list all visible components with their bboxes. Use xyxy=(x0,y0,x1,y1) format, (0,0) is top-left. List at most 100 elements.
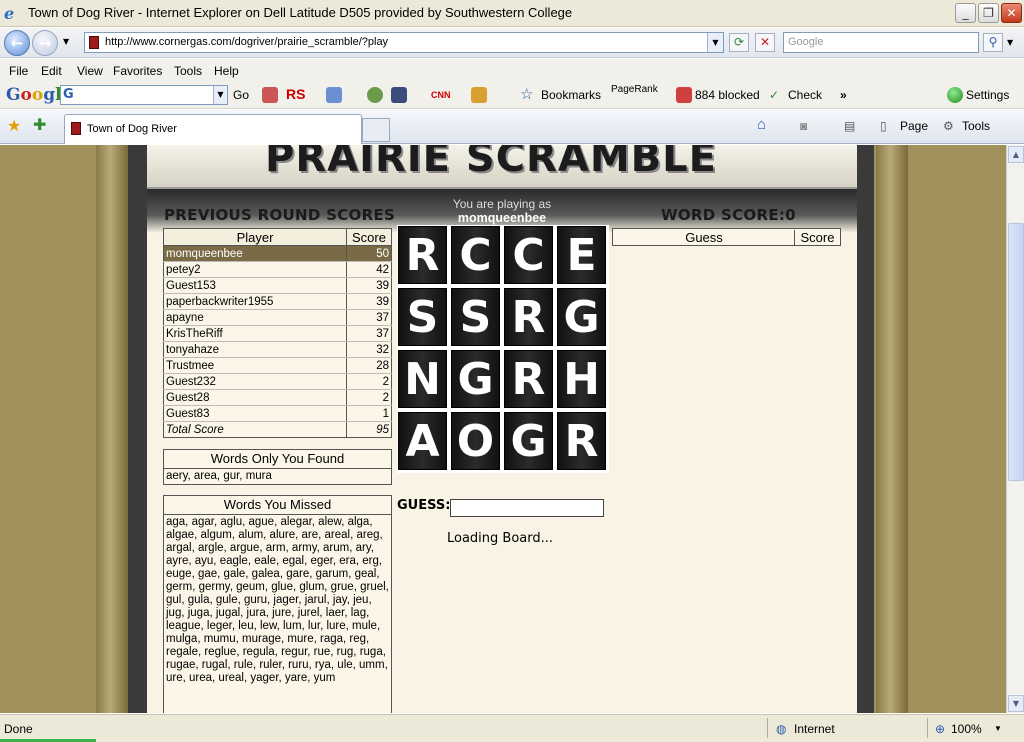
player-cell: Guest232 xyxy=(163,373,347,390)
letter-tile[interactable]: S xyxy=(451,288,500,346)
search-icon[interactable]: ⚲ xyxy=(983,33,1003,52)
words-only-you-found-heading: Words Only You Found xyxy=(164,450,391,469)
menu-edit[interactable]: Edit xyxy=(41,64,62,78)
bookmarks-star-icon: ☆ xyxy=(520,86,534,103)
letter-tile[interactable]: C xyxy=(451,226,500,284)
table-row: momqueenbee 50 xyxy=(163,245,392,262)
scroll-down-icon[interactable]: ▼ xyxy=(1008,695,1024,712)
search-input[interactable]: Google xyxy=(783,32,979,53)
minimize-button[interactable]: _ xyxy=(955,3,976,23)
link-icon[interactable] xyxy=(326,87,342,103)
image-icon[interactable] xyxy=(391,87,407,103)
more-tools-button[interactable]: » xyxy=(840,88,847,102)
tab-favicon-icon xyxy=(71,122,81,135)
total-row: Total Score 95 xyxy=(163,421,392,438)
search-options-icon[interactable]: ▼ xyxy=(1007,38,1013,47)
word-score-table: Guess Score xyxy=(612,228,841,246)
score-cell: 2 xyxy=(346,389,392,406)
words-you-missed-list: aga, agar, aglu, ague, alegar, alew, alg… xyxy=(166,516,389,684)
check-button[interactable]: Check xyxy=(788,88,822,102)
google-dropdown-icon[interactable]: ▼ xyxy=(213,86,227,104)
window-title: Town of Dog River - Internet Explorer on… xyxy=(28,5,573,20)
player-cell: petey2 xyxy=(163,261,347,278)
bookmarks-button[interactable]: Bookmarks xyxy=(541,88,601,102)
add-favorites-icon[interactable]: ✚ xyxy=(33,115,46,134)
page-menu-button[interactable]: Page xyxy=(900,119,928,133)
status-text: Done xyxy=(4,722,33,736)
favorites-star-icon[interactable]: ★ xyxy=(7,116,21,135)
letter-tile[interactable]: C xyxy=(504,226,553,284)
maximize-button[interactable]: ❐ xyxy=(978,3,999,23)
letter-tile[interactable]: O xyxy=(451,412,500,470)
letter-tile[interactable]: S xyxy=(398,288,447,346)
close-button[interactable]: ✕ xyxy=(1001,3,1022,23)
settings-button[interactable]: Settings xyxy=(966,88,1009,102)
zoom-dropdown-icon[interactable]: ▼ xyxy=(994,724,1002,733)
address-dropdown-icon[interactable]: ▼ xyxy=(707,33,723,52)
wood-pillar-right xyxy=(876,145,908,713)
menu-view[interactable]: View xyxy=(77,64,103,78)
status-divider xyxy=(927,718,928,738)
table-row: Guest153 39 xyxy=(163,277,392,294)
player-cell: Guest83 xyxy=(163,405,347,422)
letter-tile[interactable]: N xyxy=(398,350,447,408)
leaf-icon[interactable] xyxy=(367,87,383,103)
scroll-up-icon[interactable]: ▲ xyxy=(1008,146,1024,163)
menu-tools[interactable]: Tools xyxy=(174,64,202,78)
letter-tile[interactable]: R xyxy=(504,288,553,346)
home-icon[interactable]: ⌂ xyxy=(757,116,766,133)
guess-input[interactable] xyxy=(450,499,604,517)
table-row: Trustmee 28 xyxy=(163,357,392,374)
news-icon[interactable] xyxy=(262,87,278,103)
back-button[interactable]: ← xyxy=(4,30,30,56)
tab-town-of-dog-river[interactable]: Town of Dog River xyxy=(64,114,362,144)
print-icon[interactable]: ▤ xyxy=(844,119,855,133)
google-go-button[interactable]: Go xyxy=(233,88,249,102)
player-cell: tonyahaze xyxy=(163,341,347,358)
score-cell: 28 xyxy=(346,357,392,374)
score-cell: 37 xyxy=(346,309,392,326)
ie-logo-icon: e xyxy=(4,4,15,23)
guess-label: GUESS: xyxy=(397,498,451,513)
rs-button[interactable]: RS xyxy=(286,86,305,102)
menu-favorites[interactable]: Favorites xyxy=(113,64,162,78)
words-you-missed-heading: Words You Missed xyxy=(164,496,391,515)
letter-tile[interactable]: G xyxy=(504,412,553,470)
cnn-button[interactable]: CNN xyxy=(431,90,451,100)
gear-icon: ⚙ xyxy=(943,119,954,133)
history-dropdown-icon[interactable]: ▼ xyxy=(63,37,69,46)
letter-tile[interactable]: R xyxy=(398,226,447,284)
words-only-you-found-box: Words Only You Found aery, area, gur, mu… xyxy=(163,449,392,485)
feeds-icon[interactable]: ◙ xyxy=(800,119,807,133)
refresh-icon[interactable]: ⟳ xyxy=(729,33,749,52)
tools-icon[interactable] xyxy=(471,87,487,103)
letter-tile[interactable]: H xyxy=(557,350,606,408)
site-favicon-icon xyxy=(89,36,99,49)
pagerank-button[interactable]: PageRank xyxy=(611,84,658,95)
forward-button[interactable]: → xyxy=(32,30,58,56)
tools-menu-button[interactable]: Tools xyxy=(962,119,990,133)
letter-tile[interactable]: E xyxy=(557,226,606,284)
menu-file[interactable]: File xyxy=(9,64,28,78)
ws-header-guess: Guess xyxy=(685,230,723,245)
security-zone[interactable]: Internet xyxy=(794,722,835,736)
scores-header-score: Score xyxy=(346,228,392,246)
new-tab-button[interactable] xyxy=(362,118,390,142)
player-cell: paperbackwriter1955 xyxy=(163,293,347,310)
letter-tile[interactable]: A xyxy=(398,412,447,470)
letter-tile[interactable]: R xyxy=(557,412,606,470)
vertical-scrollbar[interactable]: ▲ ▼ xyxy=(1006,145,1024,713)
title-bar: e Town of Dog River - Internet Explorer … xyxy=(0,0,1024,27)
scroll-thumb[interactable] xyxy=(1008,223,1024,481)
score-cell: 1 xyxy=(346,405,392,422)
letter-tile[interactable]: R xyxy=(504,350,553,408)
menu-help[interactable]: Help xyxy=(214,64,239,78)
letter-tile[interactable]: G xyxy=(451,350,500,408)
address-field[interactable]: http://www.cornergas.com/dogriver/prairi… xyxy=(84,32,724,53)
stop-icon[interactable]: ✕ xyxy=(755,33,775,52)
letter-tile[interactable]: G xyxy=(557,288,606,346)
settings-status-icon xyxy=(947,87,963,103)
popup-blocked-count[interactable]: 884 blocked xyxy=(695,88,760,102)
zoom-level[interactable]: 100% xyxy=(951,722,982,736)
google-search-input[interactable]: G ▼ xyxy=(60,85,228,105)
